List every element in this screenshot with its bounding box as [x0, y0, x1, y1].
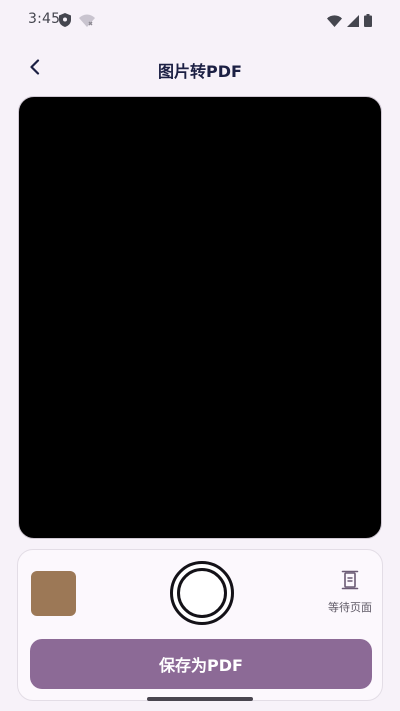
status-left-icons [59, 12, 95, 31]
pending-pages-button[interactable]: 等待页面 [314, 570, 386, 615]
signal-icon [347, 12, 359, 31]
page-stack-icon [341, 570, 359, 594]
wifi-off-icon [79, 12, 95, 31]
camera-preview[interactable] [18, 96, 382, 539]
page-title: 图片转PDF [158, 62, 242, 81]
shutter-inner-ring [177, 568, 227, 618]
app-bar: 图片转PDF [0, 46, 400, 90]
status-right-icons [327, 12, 372, 31]
battery-icon [364, 12, 372, 31]
status-bar: 3:45 [0, 0, 400, 40]
home-indicator[interactable] [147, 697, 253, 701]
status-time: 3:45 [28, 11, 61, 27]
shield-icon [59, 12, 71, 31]
save-as-pdf-button[interactable]: 保存为PDF [30, 639, 372, 689]
captured-thumbnail[interactable] [31, 571, 76, 616]
capture-controls-panel: 等待页面 保存为PDF [17, 549, 383, 701]
wifi-icon [327, 12, 342, 31]
shutter-button[interactable] [170, 561, 234, 625]
pending-pages-label: 等待页面 [328, 601, 372, 614]
